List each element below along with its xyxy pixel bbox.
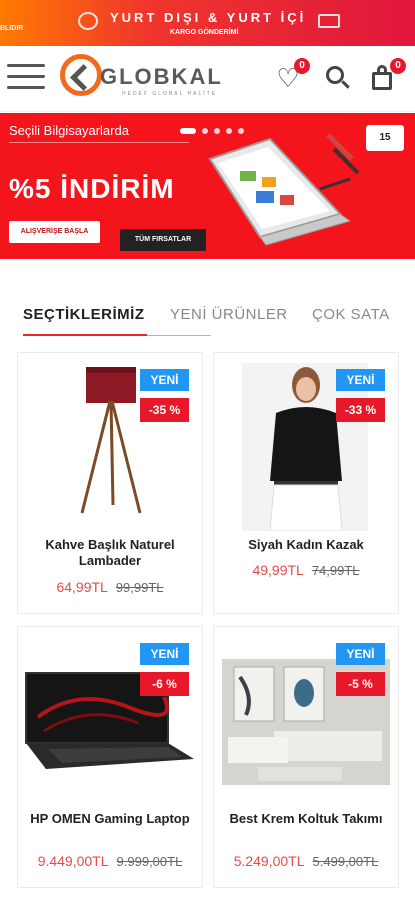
hero-divider (9, 142, 189, 143)
product-price: 49,99TL (252, 562, 304, 578)
product-old-price: 74,99TL (311, 563, 360, 578)
hero-banner[interactable]: Seçili Bilgisayarlarda %5 İNDİRİM ALIŞVE… (0, 113, 415, 259)
menu-icon[interactable] (7, 64, 45, 92)
tab-rule (147, 335, 211, 336)
product-title[interactable]: Kahve Başlık Naturel Lambader (28, 537, 192, 569)
new-badge: YENİ (336, 643, 385, 665)
hero-headline: %5 İNDİRİM (9, 173, 175, 204)
discount-badge: -5 % (336, 672, 385, 696)
truck-icon (318, 14, 340, 28)
discount-badge: -35 % (140, 398, 189, 422)
product-prices: 49,99TL 74,99TL (214, 562, 398, 580)
promo-title: YURT DIŞI & YURT İÇİ (110, 10, 307, 25)
product-card[interactable]: YENİ -35 % Kahve Başlık Naturel Lambader… (17, 352, 203, 614)
product-title[interactable]: HP OMEN Gaming Laptop (28, 811, 192, 827)
search-icon[interactable] (324, 64, 352, 92)
tab-new-products[interactable]: YENİ ÜRÜNLER (170, 306, 288, 323)
all-deals-button[interactable]: TÜM FIRSATLAR (120, 229, 206, 251)
anniversary-stamp: 15 (366, 125, 404, 151)
new-badge: YENİ (140, 643, 189, 665)
new-badge: YENİ (140, 369, 189, 391)
product-old-price: 9.999,00TL (116, 854, 183, 869)
product-prices: 5.249,00TL 5.499,00TL (214, 853, 398, 871)
new-badge: YENİ (336, 369, 385, 391)
logo-mark-icon (60, 54, 102, 96)
logo-tagline: HEDEF GLOBAL HALİTE (122, 91, 218, 97)
site-header: GLOBKAL HEDEF GLOBAL HALİTE ♡ 0 0 (0, 46, 415, 112)
promo-banner[interactable]: BLIDIR YURT DIŞI & YURT İÇİ KARGO GÖNDER… (0, 0, 415, 46)
product-prices: 9.449,00TL 9.999,00TL (18, 853, 202, 871)
tab-active-indicator (23, 334, 147, 336)
discount-badge: -6 % (140, 672, 189, 696)
shipping-globe-icon (78, 12, 98, 30)
product-title[interactable]: Best Krem Koltuk Takımı (224, 811, 388, 827)
hero-laptop-image (208, 133, 360, 246)
wishlist-heart-icon[interactable]: ♡ 0 (274, 58, 310, 92)
product-old-price: 5.499,00TL (312, 854, 379, 869)
product-price: 64,99TL (56, 579, 108, 595)
tab-selected[interactable]: SEÇTİKLERİMİZ (23, 306, 145, 323)
product-price: 9.449,00TL (37, 853, 109, 869)
product-card[interactable]: YENİ -6 % HP OMEN Gaming Laptop 9.449,00… (17, 626, 203, 888)
product-price: 5.249,00TL (233, 853, 305, 869)
promo-left-text: BLIDIR (0, 25, 24, 32)
product-title[interactable]: Siyah Kadın Kazak (224, 537, 388, 553)
product-card[interactable]: YENİ -5 % Best Krem Koltuk Takımı 5.249,… (213, 626, 399, 888)
logo[interactable]: GLOBKAL HEDEF GLOBAL HALİTE (60, 54, 260, 102)
hero-kicker: Seçili Bilgisayarlarda (9, 123, 129, 138)
product-tabs: SEÇTİKLERİMİZ YENİ ÜRÜNLER ÇOK SATA (0, 298, 415, 338)
wishlist-count-badge: 0 (294, 58, 310, 74)
cart-icon[interactable]: 0 (370, 58, 406, 92)
logo-name: GLOBKAL (100, 64, 223, 89)
tab-best-sellers[interactable]: ÇOK SATA (312, 306, 390, 323)
product-old-price: 99,99TL (115, 580, 164, 595)
cart-count-badge: 0 (390, 58, 406, 74)
shop-now-button[interactable]: ALIŞVERİŞE BAŞLA (9, 221, 100, 243)
promo-subtitle: KARGO GÖNDERİMİ (170, 29, 239, 36)
discount-badge: -33 % (336, 398, 385, 422)
product-card[interactable]: YENİ -33 % Siyah Kadın Kazak 49,99TL 74,9… (213, 352, 399, 614)
product-prices: 64,99TL 99,99TL (18, 579, 202, 597)
